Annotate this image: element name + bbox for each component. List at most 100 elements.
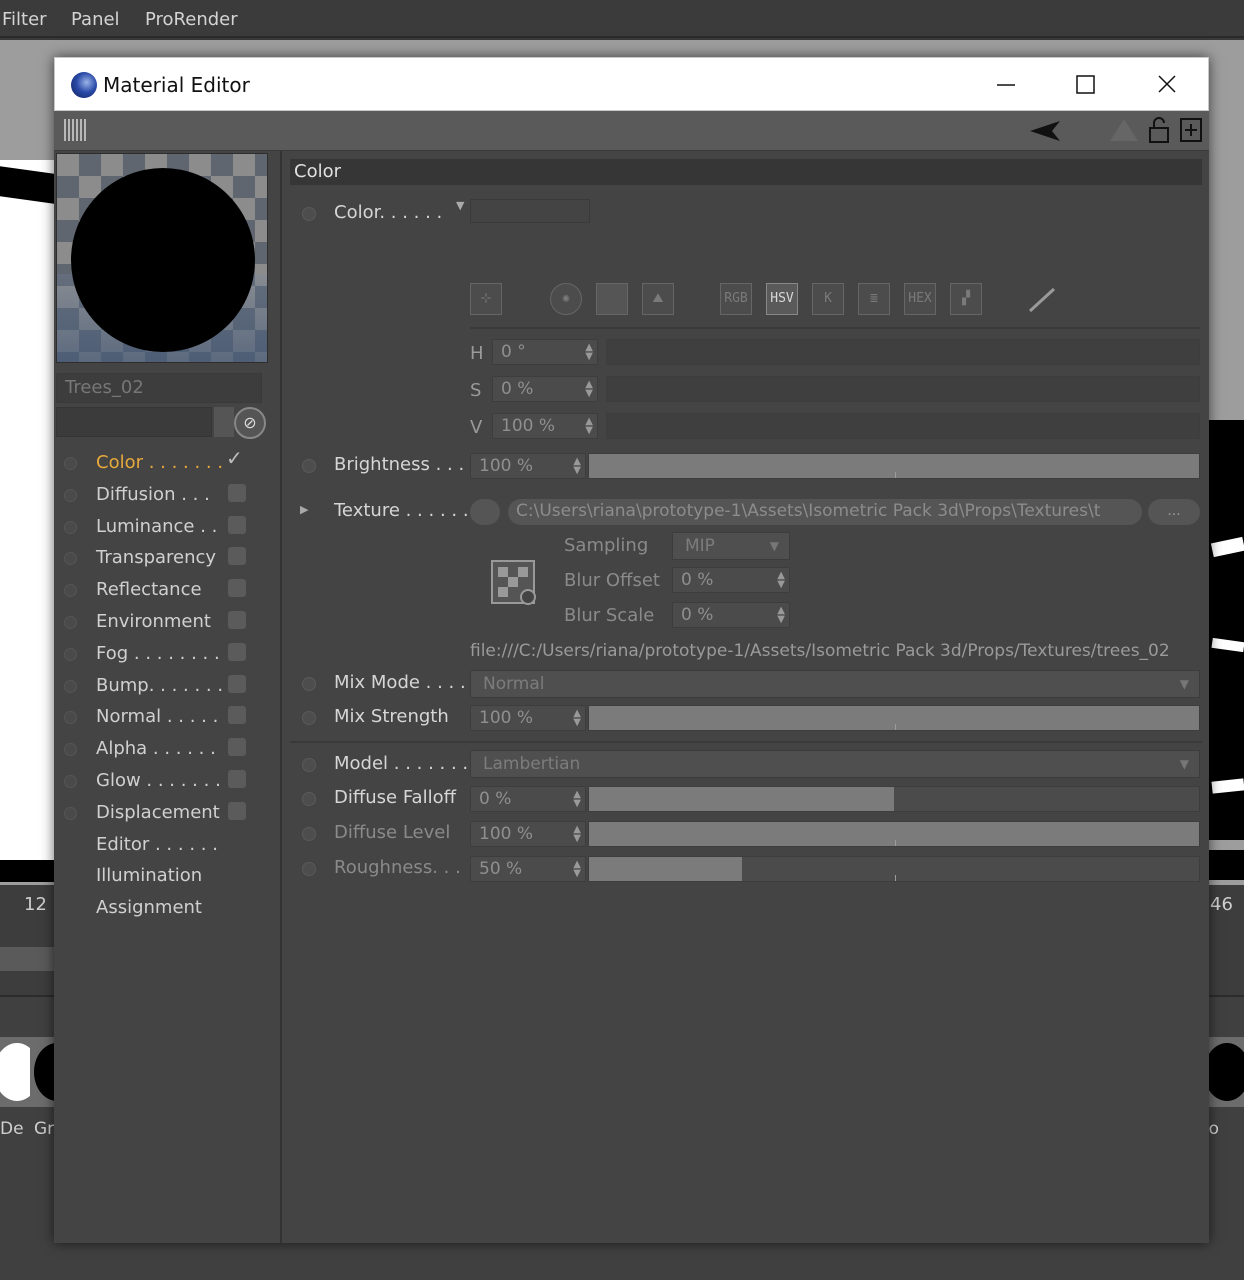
mix-mode-dropdown[interactable]: Normal ▼ [470, 670, 1200, 698]
kelvin-mode-button[interactable]: K [812, 283, 844, 315]
channel-anim-dot[interactable] [64, 616, 77, 629]
brightness-slider[interactable] [588, 453, 1200, 479]
channel-checkbox[interactable] [228, 642, 246, 661]
material-search-field[interactable] [56, 407, 212, 437]
diffuse-falloff-slider[interactable] [588, 786, 1200, 812]
color-spectrum-icon[interactable] [596, 283, 628, 315]
channel-item[interactable]: Transparency [54, 543, 274, 575]
channel-anim-dot[interactable] [64, 806, 77, 820]
diffuse-level-slider[interactable] [588, 821, 1200, 847]
hsv-mode-button[interactable]: HSV [766, 283, 798, 315]
material-field-handle[interactable] [214, 407, 234, 437]
brightness-anim-dot[interactable] [302, 459, 316, 473]
channel-item[interactable]: Luminance . . [54, 512, 274, 544]
channel-item[interactable]: Diffusion . . . [54, 480, 274, 512]
spinner-icon[interactable]: ▲ ▼ [573, 860, 581, 879]
close-button[interactable] [1137, 66, 1197, 104]
channel-item[interactable]: Normal . . . . . [54, 702, 274, 734]
s-field[interactable]: 0 % ▲ ▼ [492, 376, 598, 402]
channel-checkbox[interactable] [228, 547, 246, 566]
swatches-icon[interactable]: ▞ [950, 283, 982, 315]
channel-anim-dot[interactable] [64, 743, 77, 757]
spinner-icon[interactable]: ▲ ▼ [573, 457, 581, 476]
timeline-scrollbar[interactable] [0, 947, 54, 971]
roughness-slider[interactable] [588, 856, 1200, 882]
channel-anim-dot[interactable] [64, 552, 77, 566]
v-slider[interactable] [606, 413, 1200, 439]
s-slider[interactable] [606, 376, 1200, 402]
channel-checkmark-icon[interactable]: ✓ [226, 446, 243, 470]
channel-anim-dot[interactable] [64, 647, 77, 661]
channel-anim-dot[interactable] [64, 520, 77, 534]
rgb-mode-button[interactable]: RGB [720, 283, 752, 315]
minimize-button[interactable] [975, 66, 1035, 104]
menu-filter[interactable]: Filter [2, 9, 47, 30]
mix-strength-anim-dot[interactable] [302, 711, 316, 725]
spinner-icon[interactable]: ▲ ▼ [585, 380, 593, 399]
channel-item[interactable]: Environment [54, 607, 274, 639]
channel-checkbox[interactable] [228, 515, 246, 534]
channel-item[interactable]: Color . . . . . . . ✓ [54, 446, 274, 480]
texture-menu-button[interactable] [470, 499, 500, 525]
channel-checkbox[interactable] [228, 706, 246, 725]
texture-preview-icon[interactable] [488, 557, 540, 609]
eyedropper-icon[interactable] [1026, 285, 1060, 315]
channel-item[interactable]: Bump. . . . . . . [54, 671, 274, 703]
channel-checkbox[interactable] [228, 611, 246, 629]
roughness-field[interactable]: 50 % ▲ ▼ [470, 856, 586, 882]
channel-checkbox[interactable] [228, 483, 246, 502]
channel-item[interactable]: Illumination [54, 861, 274, 893]
channel-item[interactable]: Fog . . . . . . . . [54, 639, 274, 671]
channel-checkbox[interactable] [228, 801, 246, 820]
channel-item[interactable]: Reflectance [54, 575, 274, 607]
roughness-anim-dot[interactable] [302, 862, 316, 876]
spinner-icon[interactable]: ▲ ▼ [573, 790, 581, 809]
diffuse-level-field[interactable]: 100 % ▲ ▼ [470, 821, 586, 847]
color-image-icon[interactable]: ⛰ [642, 283, 674, 315]
color-anim-dot[interactable] [302, 207, 316, 221]
color-picker-tool-icon[interactable]: ⊹ [470, 283, 502, 315]
up-arrow-icon[interactable] [1106, 115, 1142, 145]
color-wheel-icon[interactable]: ✺ [550, 283, 582, 315]
back-arrow-icon[interactable] [1026, 117, 1066, 145]
channel-item[interactable]: Displacement [54, 798, 274, 830]
new-panel-icon[interactable] [1178, 116, 1204, 144]
grip-icon[interactable] [64, 119, 86, 141]
texture-browse-button[interactable]: ... [1148, 499, 1200, 525]
channel-item[interactable]: Glow . . . . . . . [54, 766, 274, 798]
blur-offset-field[interactable]: 0 % ▲ ▼ [672, 567, 790, 593]
lock-icon[interactable] [1146, 115, 1172, 145]
channel-checkbox[interactable] [228, 770, 246, 788]
channel-checkbox[interactable] [228, 579, 246, 598]
menu-panel[interactable]: Panel [71, 9, 120, 30]
blur-scale-field[interactable]: 0 % ▲ ▼ [672, 602, 790, 628]
channel-item[interactable]: Alpha . . . . . . [54, 734, 274, 766]
hex-mode-button[interactable]: HEX [904, 283, 936, 315]
mixer-icon[interactable]: ≣ [858, 283, 890, 315]
texture-expand-icon[interactable]: ▶ [300, 503, 308, 516]
channel-anim-dot[interactable] [64, 711, 77, 725]
channel-anim-dot[interactable] [64, 775, 77, 788]
mix-strength-field[interactable]: 100 % ▲ ▼ [470, 705, 586, 731]
spinner-icon[interactable]: ▲ ▼ [777, 606, 785, 625]
mix-strength-slider[interactable] [588, 705, 1200, 731]
model-dropdown[interactable]: Lambertian ▼ [470, 750, 1200, 778]
channel-checkbox[interactable] [228, 738, 246, 757]
channel-item[interactable]: Editor . . . . . . [54, 830, 274, 862]
channel-item[interactable]: Assignment [54, 893, 274, 925]
brightness-field[interactable]: 100 % ▲ ▼ [470, 453, 586, 479]
channel-anim-dot[interactable] [64, 488, 77, 502]
material-preview[interactable] [56, 153, 268, 363]
spinner-icon[interactable]: ▲ ▼ [573, 825, 581, 844]
h-field[interactable]: 0 ° ▲ ▼ [492, 339, 598, 365]
diffuse-level-anim-dot[interactable] [302, 827, 316, 841]
channel-anim-dot[interactable] [64, 457, 77, 470]
color-dropdown-arrow-icon[interactable]: ▼ [456, 199, 464, 212]
sampling-dropdown[interactable]: MIP ▼ [672, 532, 790, 560]
spinner-icon[interactable]: ▲ ▼ [777, 571, 785, 590]
diffuse-falloff-field[interactable]: 0 % ▲ ▼ [470, 786, 586, 812]
texture-path-field[interactable]: C:\Users\riana\prototype-1\Assets\Isomet… [508, 499, 1142, 525]
spinner-icon[interactable]: ▲ ▼ [585, 343, 593, 362]
material-name-field[interactable]: Trees_02 [56, 373, 262, 403]
maximize-button[interactable] [1055, 66, 1115, 104]
